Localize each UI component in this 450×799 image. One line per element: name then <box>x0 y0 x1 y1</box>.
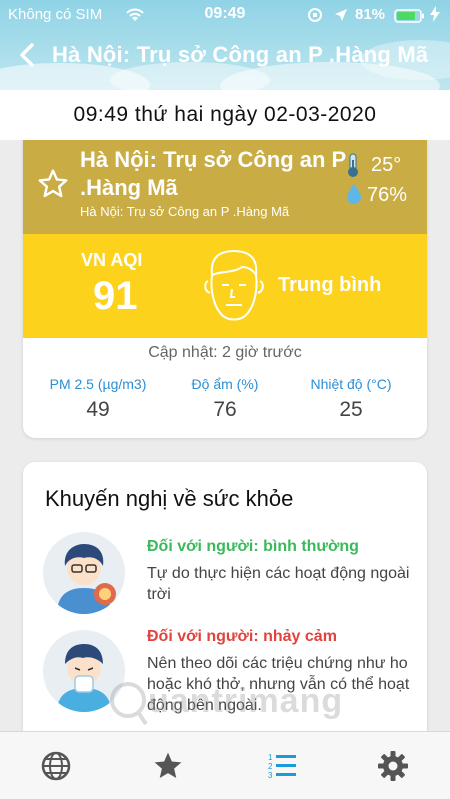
humidity-metric-value: 76 <box>213 398 237 421</box>
watermark-text: uantrimang <box>148 682 344 720</box>
battery-percent: 81% <box>355 6 386 23</box>
tab-bar: 1 2 3 <box>0 731 450 799</box>
aqi-card: Hà Nội: Trụ sở Công an P .Hàng Mã Hà Nội… <box>23 140 427 438</box>
svg-text:3: 3 <box>268 771 273 780</box>
watermark: uantrimang <box>108 674 368 734</box>
temperature-value: 25° <box>371 154 402 176</box>
nav-title: Hà Nội: Trụ sở Công an P .Hàng Mã <box>52 42 429 67</box>
aqi-level: Trung bình <box>278 274 382 296</box>
star-icon[interactable] <box>152 750 184 782</box>
location-subtitle: Hà Nội: Trụ sở Công an P .Hàng Mã <box>80 204 290 219</box>
humidity-value: 76% <box>367 184 408 206</box>
health-title: Khuyến nghị về sức khỏe <box>45 486 294 511</box>
rotation-lock-icon <box>308 8 322 22</box>
globe-icon[interactable] <box>40 750 72 782</box>
pm25-label: PM 2.5 (µg/m3) <box>49 376 147 392</box>
aqi-value: 91 <box>93 274 138 318</box>
svg-text:2: 2 <box>268 762 273 771</box>
group-sensitive-title: Đối với người: nhảy cảm <box>147 628 337 645</box>
humidity-drop-icon <box>347 184 361 204</box>
status-bar: Không có SIM 09:49 81% <box>0 4 450 26</box>
pm25-value: 49 <box>86 398 110 421</box>
temperature-metric-value: 25 <box>339 398 363 421</box>
thermometer-icon <box>348 153 358 177</box>
header: Không có SIM 09:49 81% Hà Nội: Trụ sở Cô… <box>0 0 450 90</box>
location-band: Hà Nội: Trụ sở Công an P .Hàng Mã Hà Nội… <box>23 140 427 234</box>
ranking-list-icon[interactable]: 1 2 3 <box>266 750 298 782</box>
normal-person-avatar <box>43 532 125 614</box>
gear-icon[interactable] <box>377 750 409 782</box>
watermark-logo-icon <box>110 682 148 726</box>
temperature-label: Nhiệt độ (°C) <box>310 376 392 392</box>
aqi-label: VN AQI <box>81 250 143 270</box>
charging-icon <box>430 6 440 22</box>
back-chevron-icon[interactable] <box>18 42 36 68</box>
humidity-label: Độ ẩm (%) <box>191 376 259 392</box>
battery-icon <box>394 9 424 23</box>
aqi-band: VN AQI 91 Trung bình <box>23 234 427 338</box>
date-line: 09:49 thứ hai ngày 02-03-2020 <box>0 90 450 140</box>
group-normal-text: Tự do thực hiện các hoạt động ngoài trời <box>147 565 410 603</box>
favorite-star-icon[interactable] <box>37 168 69 200</box>
doctor-avatar-icon <box>57 544 116 614</box>
updated-label: Cập nhật: 2 giờ trước <box>148 344 302 361</box>
svg-text:1: 1 <box>268 753 273 762</box>
location-arrow-icon <box>335 9 347 21</box>
nav-bar: Hà Nội: Trụ sở Công an P .Hàng Mã <box>0 40 450 70</box>
location-name: Hà Nội: Trụ sở Công an P .Hàng Mã <box>80 147 346 200</box>
group-normal-title: Đối với người: bình thường <box>147 538 359 555</box>
neutral-face-icon <box>204 249 264 321</box>
